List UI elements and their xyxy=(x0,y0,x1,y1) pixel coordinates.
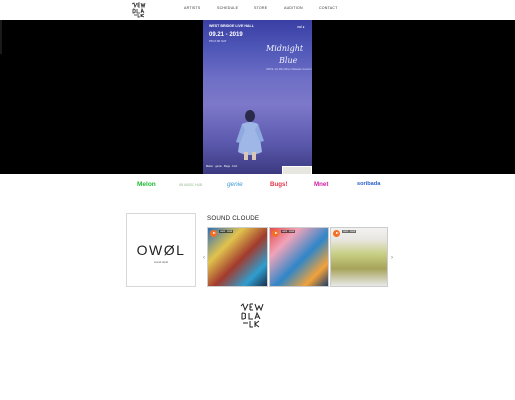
hero-edge-divider xyxy=(0,20,2,54)
soribada-link[interactable]: soribada xyxy=(357,181,380,187)
nav-item-artists[interactable]: ARTISTS xyxy=(184,6,201,10)
artist-logo: OWØL xyxy=(136,242,186,258)
footer-logo-icon[interactable] xyxy=(239,303,267,329)
nav-item-store[interactable]: STORE xyxy=(254,6,267,10)
poster-tagline: OWOL 1st Mini Album Release Concert xyxy=(266,68,312,71)
nav-item-audition[interactable]: AUDITION xyxy=(284,6,303,10)
track-meta: owol · track xyxy=(342,230,357,233)
artist-photo-inset xyxy=(282,166,312,174)
brand-logo-icon[interactable] xyxy=(131,2,149,18)
kb-music-link[interactable]: KB MUSIC HUB xyxy=(179,183,202,187)
soundcloud-track[interactable]: owol · track xyxy=(269,227,329,287)
poster-artist-mark: owl ● xyxy=(297,25,305,29)
soundcloud-carousel: owol · track owol · track owol · track xyxy=(207,227,388,287)
artist-card[interactable]: OWØL sound cloud xyxy=(126,213,196,287)
melon-link[interactable]: Melon xyxy=(137,181,156,188)
concert-poster[interactable]: WEST BRIDGE LIVE HALL owl ● 09.21 - 2019… xyxy=(203,20,312,174)
poster-venue: WEST BRIDGE LIVE HALL xyxy=(209,24,254,28)
soundcloud-track[interactable]: owol · track xyxy=(330,227,388,287)
play-icon[interactable] xyxy=(333,230,340,237)
soundcloud-track[interactable]: owol · track xyxy=(207,227,268,287)
poster-title-line2: Blue xyxy=(279,56,298,65)
poster-title: Midnight xyxy=(266,44,304,53)
poster-time: PM 6:00 SAT xyxy=(209,39,227,43)
chevron-right-icon[interactable]: › xyxy=(389,253,395,263)
track-meta: owol · track xyxy=(281,230,296,233)
track-meta: owol · track xyxy=(219,230,234,233)
play-icon[interactable] xyxy=(272,230,279,237)
poster-sponsors: Melon · genie · Bugs · FLO xyxy=(206,165,238,168)
poster-date: 09.21 - 2019 xyxy=(209,32,243,38)
music-service-links: Melon KB MUSIC HUB genie Bugs! Mnet sori… xyxy=(0,181,515,191)
singer-figure-image xyxy=(236,110,264,160)
soundcloud-section-title: SOUND CLOUDE xyxy=(207,215,260,222)
artist-card-subtitle: sound cloud xyxy=(154,261,168,264)
play-icon[interactable] xyxy=(210,230,217,237)
nav-item-contact[interactable]: CONTACT xyxy=(319,6,338,10)
bugs-link[interactable]: Bugs! xyxy=(270,181,288,188)
genie-link[interactable]: genie xyxy=(227,181,243,188)
site-header: ARTISTS SCHEDULE STORE AUDITION CONTACT xyxy=(0,0,515,20)
mnet-link[interactable]: Mnet xyxy=(314,181,328,188)
nav-item-schedule[interactable]: SCHEDULE xyxy=(217,6,238,10)
